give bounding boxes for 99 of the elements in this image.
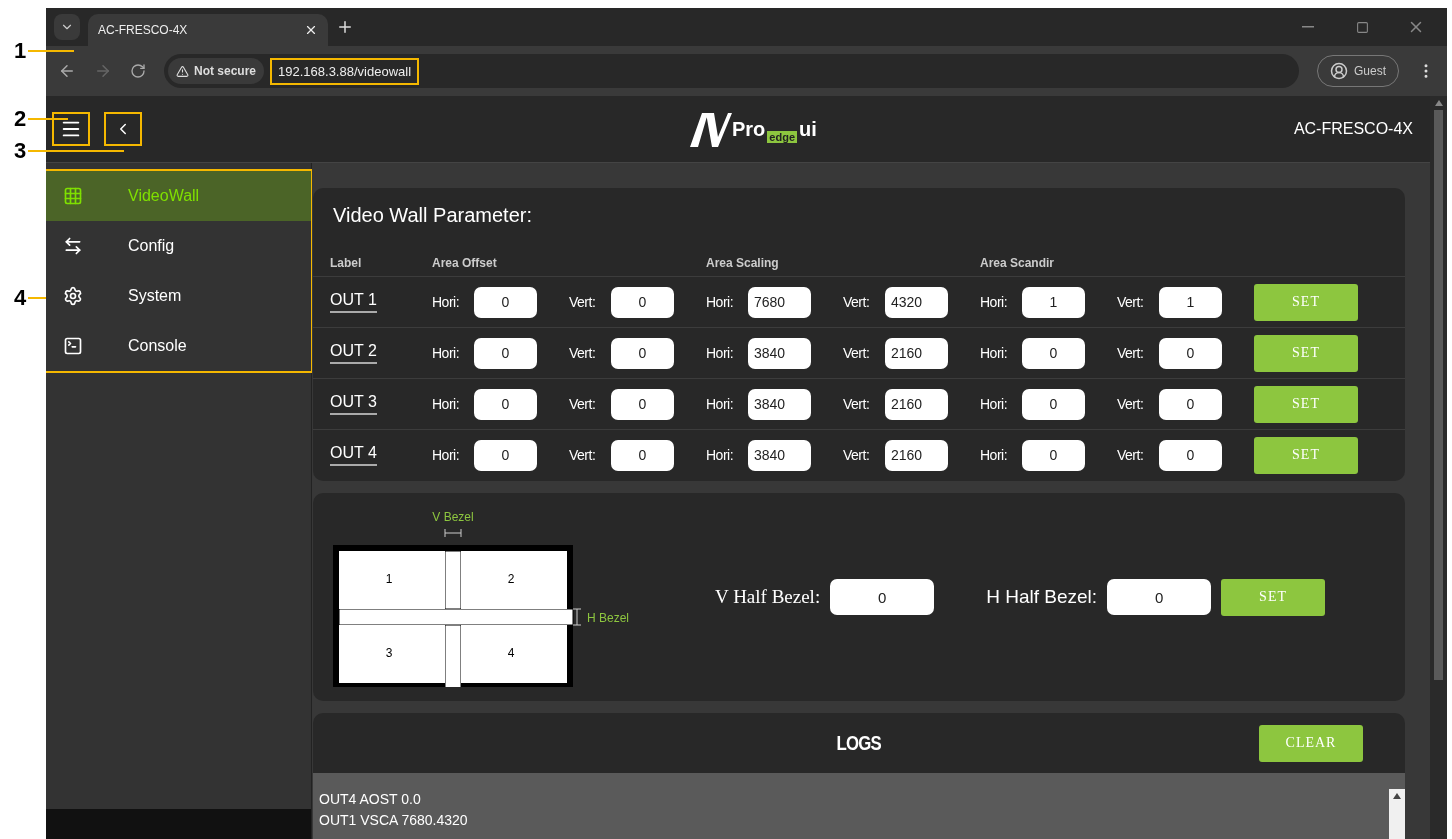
field-label: Vert: <box>1117 447 1145 463</box>
security-chip[interactable]: Not secure <box>168 58 265 84</box>
scroll-up-icon[interactable] <box>1434 100 1443 106</box>
field-label: Vert: <box>569 447 597 463</box>
column-header: Area Scaling <box>706 255 780 270</box>
input-field[interactable]: 0 <box>830 579 935 615</box>
field-label: Hori: <box>706 345 735 361</box>
input-field[interactable]: 0 <box>1159 388 1222 420</box>
input-field[interactable]: 3840 <box>748 337 811 369</box>
field-label: Vert: <box>1117 396 1145 412</box>
browser-tab[interactable]: AC-FRESCO-4X <box>88 14 328 46</box>
input-field[interactable]: 0 <box>1107 579 1212 615</box>
back-icon[interactable] <box>58 62 76 80</box>
field-label: Hori: <box>706 396 735 412</box>
sidebar-item[interactable]: Console <box>46 321 311 371</box>
input-field[interactable]: 0 <box>474 337 537 369</box>
callout-number: 1 <box>14 38 28 64</box>
input-field[interactable]: 0 <box>474 388 537 420</box>
input-field[interactable]: 3840 <box>748 388 811 420</box>
callout-number: 4 <box>14 285 28 311</box>
field-label: Vert: <box>843 294 871 310</box>
input-field[interactable]: 1 <box>1159 286 1222 318</box>
field-label: Hori: <box>432 345 461 361</box>
sidebar-item[interactable]: VideoWall <box>46 171 311 221</box>
warning-icon <box>176 64 189 78</box>
arrows-icon <box>63 236 83 256</box>
input-field[interactable]: 0 <box>611 286 674 318</box>
input-field[interactable]: 2160 <box>885 337 948 369</box>
input-field[interactable]: 1 <box>1022 286 1085 318</box>
field-label: Hori: <box>980 345 1009 361</box>
tab-list-button[interactable] <box>54 14 80 40</box>
device-name: AC-FRESCO-4X <box>1293 120 1413 138</box>
leader-line <box>28 297 46 299</box>
reload-icon[interactable] <box>130 63 146 79</box>
field-label: Vert: <box>843 345 871 361</box>
menu-button[interactable] <box>54 114 88 144</box>
field-label: Hori: <box>432 447 461 463</box>
output-label: OUT 3 <box>330 393 377 415</box>
leader-line <box>28 118 68 120</box>
field-label: Vert: <box>569 396 597 412</box>
output-label: OUT 2 <box>330 342 377 364</box>
input-field[interactable]: 3840 <box>748 439 811 471</box>
field-label: Hori: <box>980 447 1009 463</box>
log-line: OUT1 VSCA 7680.4320 <box>319 811 469 830</box>
input-field[interactable]: 0 <box>474 286 537 318</box>
input-field[interactable]: 0 <box>1159 439 1222 471</box>
field-label: Hori: <box>980 396 1009 412</box>
field-label: Hori: <box>432 396 461 412</box>
field-label: V Half Bezel: <box>715 586 821 608</box>
field-label: Vert: <box>1117 294 1145 310</box>
new-tab-icon[interactable] <box>336 18 354 36</box>
user-icon <box>1330 62 1348 80</box>
input-field[interactable]: 2160 <box>885 439 948 471</box>
sidebar-item[interactable]: Config <box>46 221 311 271</box>
terminal-icon <box>63 336 83 356</box>
input-field[interactable]: 2160 <box>885 388 948 420</box>
leader-line <box>28 50 74 52</box>
input-field[interactable]: 7680 <box>748 286 811 318</box>
field-label: Hori: <box>706 447 735 463</box>
callout-number: 2 <box>14 106 28 132</box>
close-icon[interactable] <box>304 23 318 37</box>
field-label: Vert: <box>1117 345 1145 361</box>
input-field[interactable]: 0 <box>1022 337 1085 369</box>
field-label: Hori: <box>980 294 1009 310</box>
input-field[interactable]: 0 <box>1022 388 1085 420</box>
field-label: Vert: <box>569 294 597 310</box>
output-label: OUT 1 <box>330 291 377 313</box>
input-field[interactable]: 0 <box>611 388 674 420</box>
field-label: Vert: <box>843 396 871 412</box>
card-title: Video Wall Parameter: <box>332 203 533 228</box>
column-header: Label <box>330 255 363 270</box>
scrollbar-thumb[interactable] <box>1434 110 1443 680</box>
field-label: Vert: <box>843 447 871 463</box>
log-line: OUT4 AOST 0.0 <box>319 790 422 809</box>
input-field[interactable]: 4320 <box>885 286 948 318</box>
input-field[interactable]: 0 <box>1022 439 1085 471</box>
field-label: Hori: <box>432 294 461 310</box>
gear-icon <box>63 286 83 306</box>
tab-title: AC-FRESCO-4X <box>98 23 188 37</box>
url-text: 192.168.3.88/videowall <box>272 59 418 83</box>
field-label: Hori: <box>706 294 735 310</box>
input-field[interactable]: 0 <box>611 337 674 369</box>
scroll-up-icon[interactable] <box>1393 793 1401 799</box>
maximize-icon <box>1355 20 1369 34</box>
grid-icon <box>63 186 83 206</box>
sidebar-item[interactable]: System <box>46 271 311 321</box>
logs-title: LOGS <box>836 731 882 755</box>
field-label: H Half Bezel: <box>986 586 1098 608</box>
field-label: Vert: <box>569 345 597 361</box>
output-label: OUT 4 <box>330 444 377 466</box>
input-field[interactable]: 0 <box>474 439 537 471</box>
input-field[interactable]: 0 <box>611 439 674 471</box>
column-header: Area Scandir <box>980 255 1056 270</box>
minimize-icon <box>1302 26 1314 28</box>
column-header: Area Offset <box>432 255 498 270</box>
collapse-button[interactable] <box>106 114 140 144</box>
input-field[interactable]: 0 <box>1159 337 1222 369</box>
callout-number: 3 <box>14 138 28 164</box>
address-bar[interactable]: Not secure 192.168.3.88/videowall <box>164 54 1299 88</box>
